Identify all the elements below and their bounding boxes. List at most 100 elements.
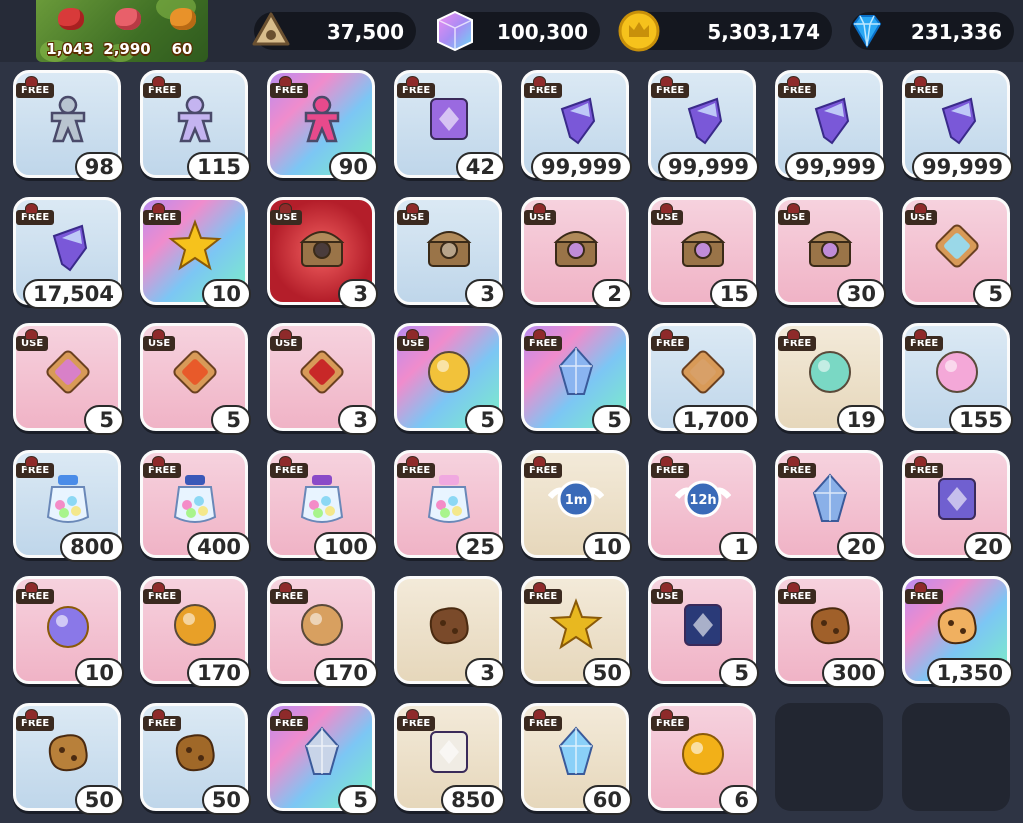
item-count: 155	[949, 405, 1013, 435]
inventory-slot[interactable]: FREE 1,700	[648, 323, 759, 435]
crystal-shard-icon	[548, 91, 604, 147]
gold-star-icon	[167, 218, 223, 274]
inventory-slot[interactable]: FREE 50	[13, 703, 124, 815]
inventory-slot[interactable]: FREE 42	[394, 70, 505, 182]
inventory-slot[interactable]: FREE 6	[648, 703, 759, 815]
inventory-slot[interactable]: FREE 99,999	[775, 70, 886, 182]
item-count: 100	[314, 532, 378, 562]
inventory-slot[interactable]: FREE 155	[902, 323, 1013, 435]
item-count: 1	[719, 532, 759, 562]
item-count: 5	[719, 658, 759, 688]
meat-icon	[58, 8, 84, 30]
crystal-scoops-icon	[294, 724, 350, 780]
item-count: 170	[314, 658, 378, 688]
rainbow-cube-value: 100,300	[496, 20, 588, 44]
inventory-slot[interactable]: USE 30	[775, 197, 886, 309]
inventory-slot[interactable]: USE 5	[13, 323, 124, 435]
inventory-slot[interactable]: USE 15	[648, 197, 759, 309]
empty-slot	[775, 703, 883, 811]
inventory-slot[interactable]: FREE 50	[140, 703, 251, 815]
inventory-slot[interactable]: FREE 60	[521, 703, 632, 815]
inventory-slot[interactable]: FREE 20	[902, 450, 1013, 562]
gingerbread-cutter-silver-icon	[40, 91, 96, 147]
inventory-slot[interactable]: FREE 50	[521, 576, 632, 688]
inventory-slot[interactable]: FREE 99,999	[521, 70, 632, 182]
item-count: 1,350	[926, 658, 1013, 688]
golden-orb-icon	[675, 724, 731, 780]
item-count: 60	[582, 785, 632, 815]
inventory-slot[interactable]: USE 3	[267, 323, 378, 435]
drumstick-count: 60	[171, 40, 193, 58]
inventory-slot[interactable]: FREE 98	[13, 70, 124, 182]
inventory-slot[interactable]: USE 2	[521, 197, 632, 309]
inventory-slot[interactable]: FREE 1,350	[902, 576, 1013, 688]
inventory-slot[interactable]: USE 3	[267, 197, 378, 309]
meat-stamina: 1,043	[44, 6, 96, 58]
silver-treasure-chest-icon	[421, 218, 477, 274]
inventory-slot[interactable]: USE 5	[648, 576, 759, 688]
item-count: 99,999	[657, 152, 759, 182]
golden-spyglass-icon	[167, 597, 223, 653]
magic-card-icon	[675, 597, 731, 653]
inventory-slot[interactable]: FREE 17,504	[13, 197, 124, 309]
dark-treasure-chest-icon	[294, 218, 350, 274]
treasure-map-icon	[294, 597, 350, 653]
gold-coin-value: 5,303,174	[707, 20, 820, 44]
inventory-slot[interactable]: FREE 170	[140, 576, 251, 688]
inventory-slot[interactable]: FREE 99,999	[648, 70, 759, 182]
triangle-coin-icon	[252, 12, 290, 46]
inventory-slot[interactable]: USE 5	[140, 323, 251, 435]
item-count: 400	[187, 532, 251, 562]
item-count: 17,504	[22, 279, 124, 309]
item-count: 50	[74, 785, 124, 815]
blue-crystal-cluster-icon	[548, 724, 604, 780]
crystal-counter[interactable]: 231,336	[850, 12, 1014, 50]
sugar-cube-icon	[421, 724, 477, 780]
inventory-slot[interactable]: FREE 800	[13, 450, 124, 562]
inventory-slot[interactable]: USE 3	[394, 197, 505, 309]
inventory-slot[interactable]: FREE 10	[13, 576, 124, 688]
crystal-ring-icon	[40, 597, 96, 653]
inventory-slot[interactable]: USE 5	[394, 323, 505, 435]
item-count: 5	[592, 405, 632, 435]
inventory-slot[interactable]: FREE 170	[267, 576, 378, 688]
gold-coin-counter[interactable]: 5,303,174	[618, 10, 832, 52]
potion-treasure-chest-icon	[675, 218, 731, 274]
inventory-slot[interactable]: FREE 1m 10	[521, 450, 632, 562]
inventory-slot[interactable]: FREE 850	[394, 703, 505, 815]
inventory-slot[interactable]: FREE 400	[140, 450, 251, 562]
inventory-slot[interactable]: FREE 20	[775, 450, 886, 562]
inventory-slot[interactable]: 3	[394, 576, 505, 688]
inventory-slot[interactable]: FREE 90	[267, 70, 378, 182]
purple-gem-ticket-icon	[421, 91, 477, 147]
inventory-slot[interactable]: FREE 300	[775, 576, 886, 688]
inventory-slot[interactable]: FREE 5	[521, 323, 632, 435]
stamina-panel[interactable]: 1,043 2,990 60	[36, 0, 208, 62]
item-count: 5	[84, 405, 124, 435]
item-count: 1,700	[672, 405, 759, 435]
rainbow-cube-counter[interactable]: 100,300	[437, 10, 600, 52]
ham-icon	[115, 8, 141, 30]
coin-token-counter[interactable]: 37,500	[252, 12, 416, 50]
inventory-slot[interactable]: FREE 25	[394, 450, 505, 562]
strawberry-tile-icon	[294, 344, 350, 400]
cookie-crumbs-icon	[167, 724, 223, 780]
inventory-slot[interactable]: USE 5	[902, 197, 1013, 309]
item-count: 3	[465, 658, 505, 688]
inventory-slot[interactable]: FREE 19	[775, 323, 886, 435]
inventory-slot[interactable]: FREE 12h 1	[648, 450, 759, 562]
item-count: 2	[592, 279, 632, 309]
gumball-jar-purple-icon	[294, 471, 350, 527]
crown-coin-icon	[618, 10, 660, 52]
inventory-slot[interactable]: FREE 10	[140, 197, 251, 309]
ham-stamina: 2,990	[101, 6, 153, 58]
meat-count: 1,043	[46, 40, 94, 58]
item-count: 99,999	[784, 152, 886, 182]
item-count: 50	[201, 785, 251, 815]
inventory-slot[interactable]: FREE 115	[140, 70, 251, 182]
crystal-shard-icon	[675, 91, 731, 147]
inventory-slot[interactable]: FREE 5	[267, 703, 378, 815]
inventory-slot[interactable]: FREE 99,999	[902, 70, 1013, 182]
berry-cake-chunk-icon	[929, 597, 985, 653]
inventory-slot[interactable]: FREE 100	[267, 450, 378, 562]
